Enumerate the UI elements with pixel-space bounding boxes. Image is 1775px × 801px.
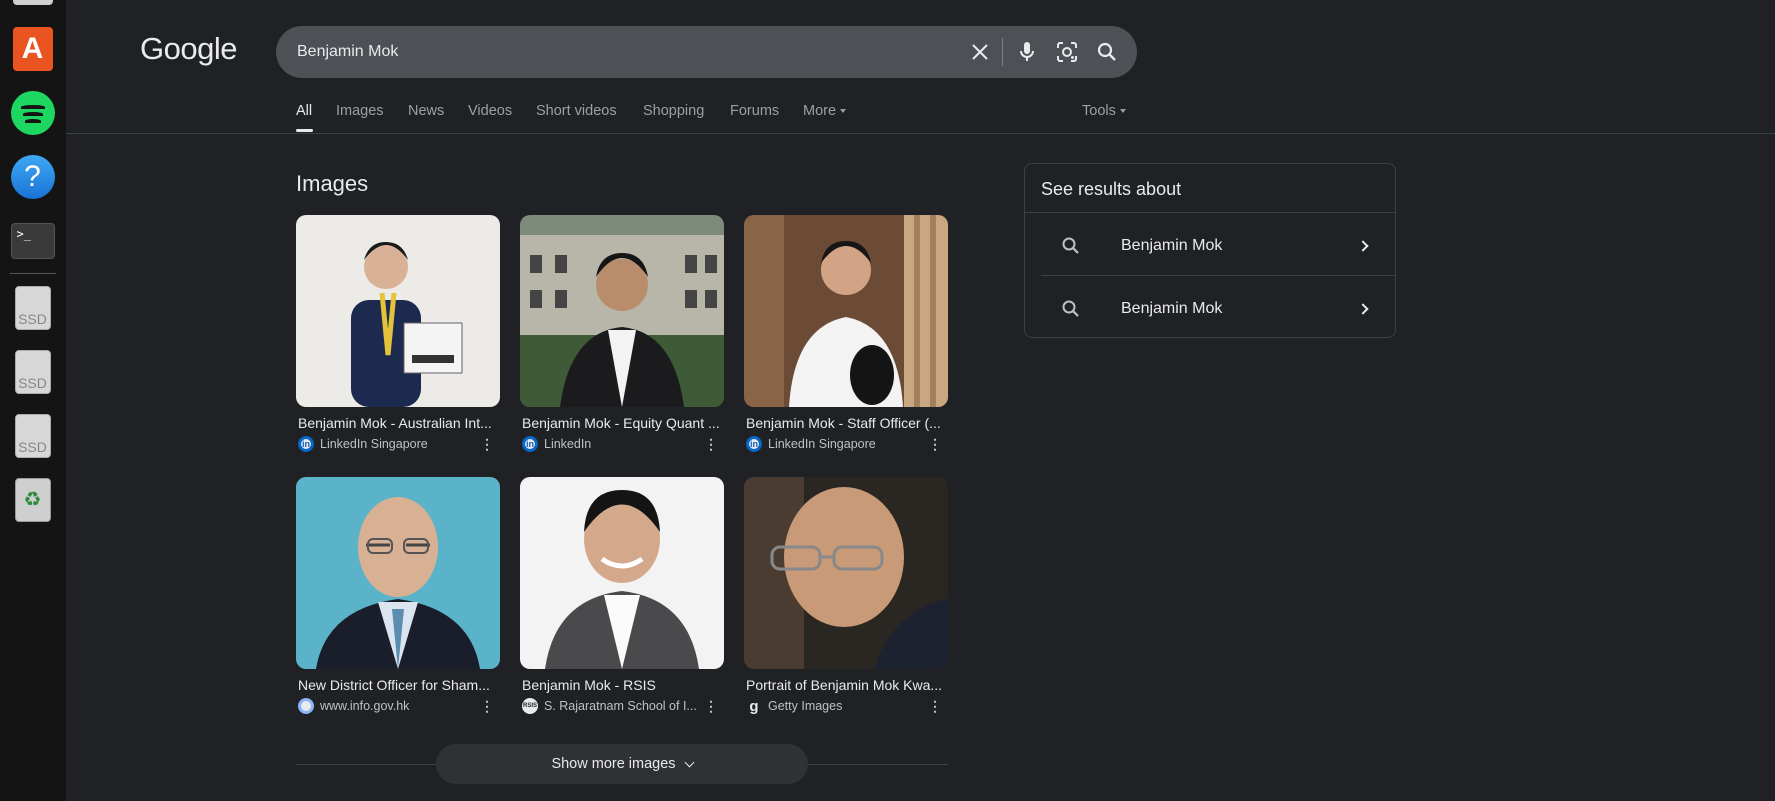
search-bar[interactable]: Benjamin Mok (276, 26, 1137, 78)
chevron-down-icon (684, 757, 694, 767)
terminal-icon[interactable]: >_ (10, 218, 55, 263)
dock-partial-icon[interactable] (13, 0, 53, 5)
image-source[interactable]: www.info.gov.hk ⋮ (296, 698, 500, 714)
image-caption[interactable]: New District Officer for Sham... (296, 677, 500, 693)
image-thumbnail[interactable] (296, 215, 500, 407)
ssd-drive-icon[interactable]: SSD (10, 349, 55, 394)
tab-videos[interactable]: Videos (468, 103, 512, 119)
spotify-icon[interactable] (10, 90, 55, 135)
image-thumbnail[interactable] (744, 215, 948, 407)
caret-down-icon (840, 109, 847, 114)
source-name: www.info.gov.hk (320, 699, 410, 713)
search-icon[interactable] (1094, 39, 1120, 65)
rsis-icon: RSIS (522, 698, 538, 714)
image-caption[interactable]: Benjamin Mok - RSIS (520, 677, 724, 693)
image-result[interactable]: Benjamin Mok - Australian Int... in Link… (296, 215, 500, 452)
tools-button[interactable]: Tools (1082, 103, 1126, 119)
image-caption[interactable]: Benjamin Mok - Equity Quant ... (520, 415, 724, 431)
linkedin-icon: in (298, 436, 314, 452)
header-divider (66, 133, 1775, 134)
active-tab-indicator (296, 129, 313, 132)
panel-divider (1041, 275, 1395, 276)
image-result[interactable]: Benjamin Mok - Staff Officer (... in Lin… (744, 215, 948, 452)
chevron-right-icon (1357, 240, 1369, 252)
see-results-about-panel: See results about Benjamin Mok Benjamin … (1024, 163, 1396, 338)
caret-down-icon (1119, 109, 1126, 114)
image-thumbnail[interactable] (296, 477, 500, 669)
more-options-icon[interactable]: ⋮ (480, 437, 494, 451)
image-result[interactable]: Benjamin Mok - Equity Quant ... in Linke… (520, 215, 724, 452)
chevron-right-icon (1357, 303, 1369, 315)
tab-more[interactable]: More (803, 103, 847, 119)
getty-images-icon: g (749, 697, 759, 715)
image-source[interactable]: g Getty Images ⋮ (744, 697, 948, 715)
source-name: LinkedIn (544, 437, 592, 451)
tab-more-label: More (803, 103, 837, 119)
image-result[interactable]: New District Officer for Sham... www.inf… (296, 477, 500, 714)
search-divider (1002, 38, 1003, 66)
show-more-label: Show more images (551, 756, 676, 772)
panel-title: See results about (1041, 179, 1182, 199)
ssd-drive-icon[interactable]: SSD (10, 285, 55, 330)
image-caption[interactable]: Portrait of Benjamin Mok Kwa... (744, 677, 948, 693)
image-result[interactable]: Portrait of Benjamin Mok Kwa... g Getty … (744, 477, 948, 715)
image-caption[interactable]: Benjamin Mok - Staff Officer (... (744, 415, 948, 431)
source-name: LinkedIn Singapore (320, 437, 428, 451)
entity-result-label: Benjamin Mok (1121, 237, 1223, 254)
source-name: S. Rajaratnam School of I... (544, 699, 697, 713)
linkedin-icon: in (746, 436, 762, 452)
entity-result-row[interactable]: Benjamin Mok (1041, 281, 1379, 337)
tab-news[interactable]: News (408, 103, 444, 119)
source-name: Getty Images (768, 699, 843, 713)
image-source[interactable]: RSIS S. Rajaratnam School of I... ⋮ (520, 698, 724, 714)
image-source[interactable]: in LinkedIn Singapore ⋮ (744, 436, 948, 452)
camera-lens-icon[interactable] (1054, 39, 1080, 65)
images-section-title: Images (296, 171, 369, 196)
more-options-icon[interactable]: ⋮ (480, 699, 494, 713)
search-icon (1062, 237, 1079, 254)
google-logo[interactable]: Google (140, 31, 237, 67)
panel-divider (1025, 212, 1395, 213)
more-options-icon[interactable]: ⋮ (704, 699, 718, 713)
entity-result-label: Benjamin Mok (1121, 300, 1223, 317)
dock-separator (10, 273, 56, 274)
search-input[interactable]: Benjamin Mok (297, 43, 398, 61)
ssd-drive-icon[interactable]: SSD (10, 413, 55, 458)
linkedin-icon: in (522, 436, 538, 452)
more-options-icon[interactable]: ⋮ (928, 437, 942, 451)
search-icon (1062, 300, 1079, 317)
show-more-images-button[interactable]: Show more images (436, 744, 808, 784)
more-options-icon[interactable]: ⋮ (704, 437, 718, 451)
tab-short-videos[interactable]: Short videos (536, 103, 617, 119)
image-thumbnail[interactable] (520, 215, 724, 407)
tab-forums[interactable]: Forums (730, 103, 779, 119)
tab-all[interactable]: All (296, 103, 312, 119)
image-caption[interactable]: Benjamin Mok - Australian Int... (296, 415, 500, 431)
tab-shopping[interactable]: Shopping (643, 103, 704, 119)
image-source[interactable]: in LinkedIn ⋮ (520, 436, 724, 452)
help-icon[interactable]: ? (10, 154, 55, 199)
clear-icon[interactable] (967, 39, 993, 65)
more-options-icon[interactable]: ⋮ (928, 699, 942, 713)
tab-images[interactable]: Images (336, 103, 384, 119)
trash-icon[interactable]: ♻ (10, 477, 55, 522)
globe-icon (298, 698, 314, 714)
image-thumbnail[interactable] (520, 477, 724, 669)
microphone-icon[interactable] (1014, 39, 1040, 65)
image-thumbnail[interactable] (744, 477, 948, 669)
app-dock: A ? >_ SSD SSD SSD ♻ (0, 0, 66, 801)
entity-result-row[interactable]: Benjamin Mok (1041, 218, 1379, 274)
image-source[interactable]: in LinkedIn Singapore ⋮ (296, 436, 500, 452)
tools-label: Tools (1082, 103, 1116, 119)
image-result[interactable]: Benjamin Mok - RSIS RSIS S. Rajaratnam S… (520, 477, 724, 714)
app-store-icon[interactable]: A (10, 26, 55, 71)
source-name: LinkedIn Singapore (768, 437, 876, 451)
